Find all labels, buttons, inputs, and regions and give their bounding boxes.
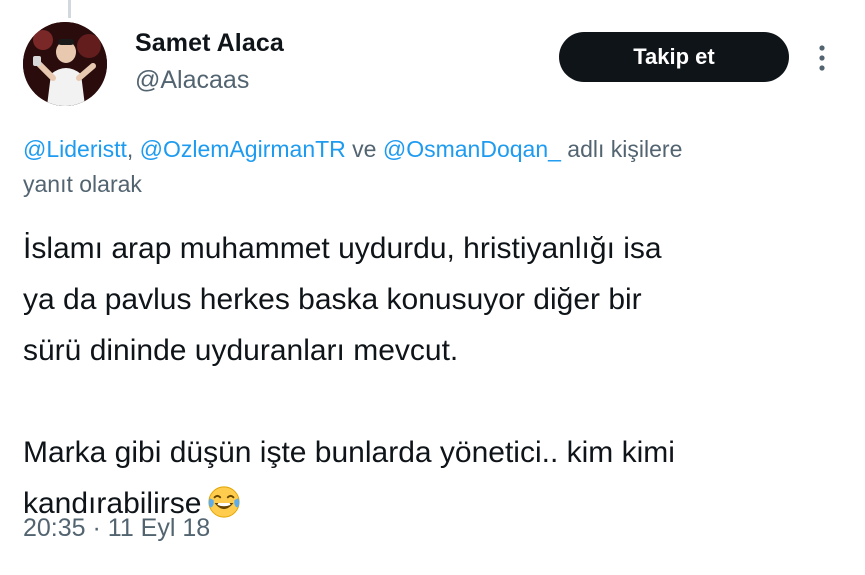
mention-conjunction: ve [345,136,383,162]
reply-context-suffix: adlı kişilere [560,136,683,162]
avatar-image [23,22,107,106]
author-display-name[interactable]: Samet Alaca [135,29,284,58]
tweet-time: 20:35 [23,514,86,542]
tweet-text-line: sürü dininde uyduranları mevcut. [23,334,459,367]
avatar[interactable] [23,22,107,106]
mention-separator: , [126,136,140,162]
timestamp-separator: · [85,514,108,542]
tweet-date: 11 Eyl 18 [107,514,211,542]
thread-connector-line [68,0,71,18]
tweet-text-line: Marka gibi düşün işte bunlarda yönetici.… [23,436,675,469]
mention-link[interactable]: @OzlemAgirmanTR [140,136,346,162]
reply-context: @Lideristt, @OzlemAgirmanTR ve @OsmanDoq… [23,133,682,166]
author-handle[interactable]: @Alacaas [135,66,249,95]
tweet-text: İslamı arap muhammet uydurdu, hristiyanl… [23,223,863,529]
face-with-tears-of-joy-icon [208,486,241,518]
tweet-text-line: ya da pavlus herkes baska konusuyor diğe… [23,283,642,316]
tweet-text-line: İslamı arap muhammet uydurdu, hristiyanl… [23,232,662,265]
reply-context-line2: yanıt olarak [23,171,142,197]
tweet-timestamp[interactable]: 20:35 · 11 Eyl 18 [23,514,210,543]
mention-link[interactable]: @Lideristt [23,136,127,162]
mention-link[interactable]: @OsmanDoqan_ [383,136,561,162]
follow-button[interactable]: Takip et [559,32,789,82]
more-options-icon[interactable] [812,40,832,76]
tweet-page: Samet Alaca @Alacaas Takip et @Lideristt… [0,0,865,575]
